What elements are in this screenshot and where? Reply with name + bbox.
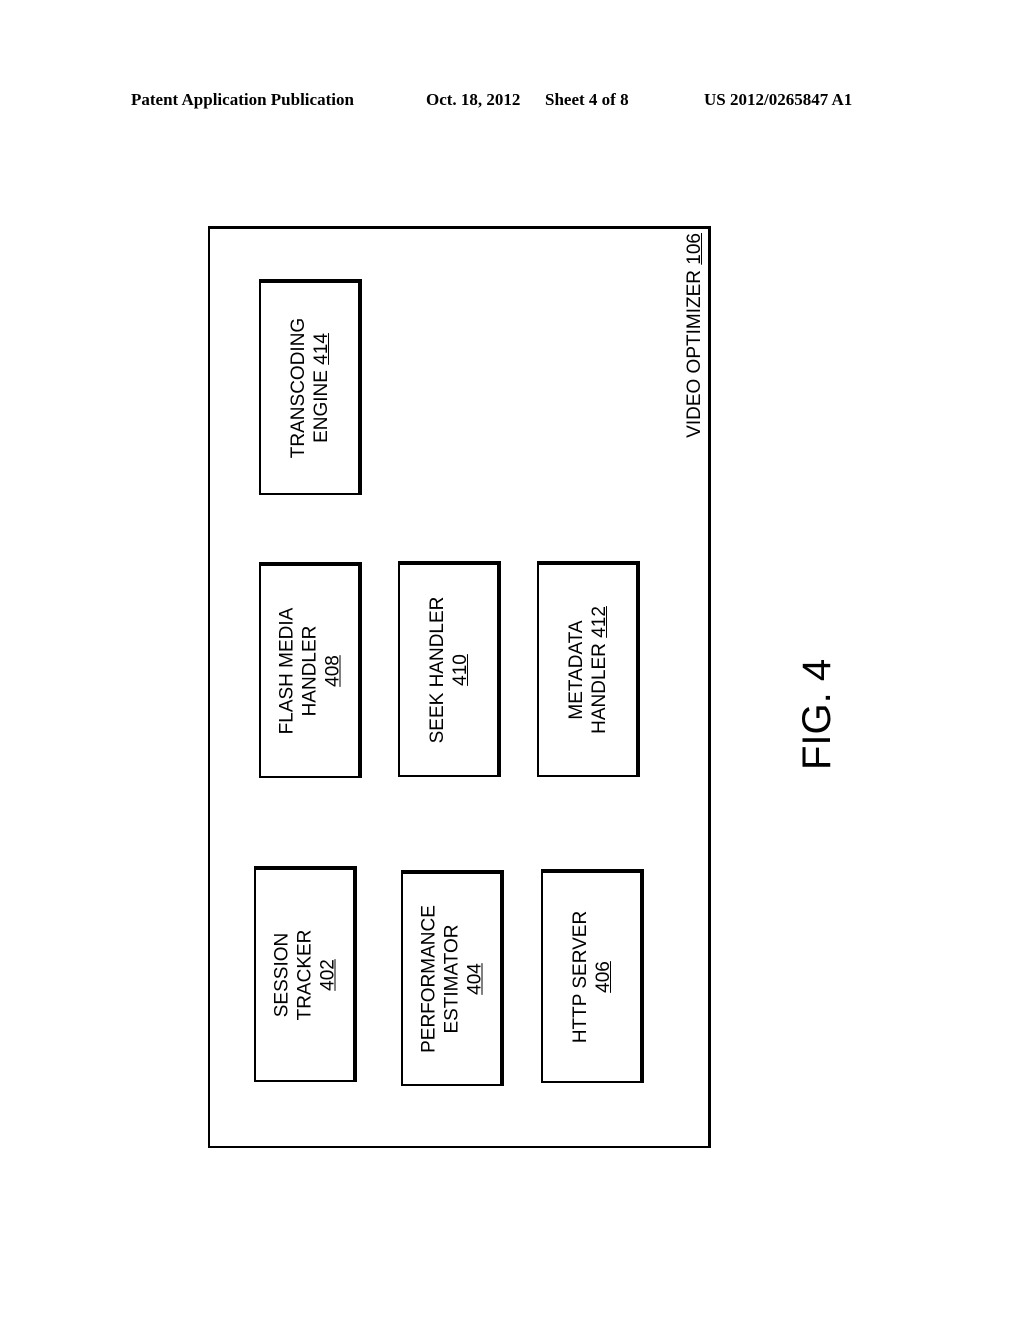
transcoding-engine-ref: 414 — [310, 333, 332, 365]
flash-media-handler-box: FLASH MEDIA HANDLER 408 — [259, 562, 362, 778]
seek-handler-line1: SEEK HANDLER — [426, 596, 448, 744]
performance-estimator-ref: 404 — [464, 963, 485, 995]
http-server-ref: 406 — [592, 961, 614, 993]
seek-handler-ref: 410 — [449, 654, 471, 686]
session-tracker-line2: TRACKER — [294, 929, 315, 1021]
video-optimizer-label: VIDEO OPTIMIZER 106 — [684, 233, 706, 438]
session-tracker-ref: 402 — [317, 959, 338, 991]
metadata-handler-ref: 412 — [588, 606, 610, 638]
figure-label: FIG. 4 — [795, 658, 839, 770]
sheet-number: Sheet 4 of 8 — [545, 90, 629, 109]
seek-handler-box: SEEK HANDLER 410 — [398, 561, 501, 777]
metadata-handler-line2: HANDLER — [588, 643, 610, 734]
transcoding-engine-line1: TRANSCODING — [287, 317, 309, 459]
flash-media-handler-ref: 408 — [322, 655, 343, 687]
session-tracker-box: SESSION TRACKER 402 — [254, 866, 357, 1082]
transcoding-engine-box: TRANSCODING ENGINE 414 — [259, 279, 362, 495]
patent-number: US 2012/0265847 A1 — [704, 90, 853, 109]
publication-date: Oct. 18, 2012 — [426, 90, 521, 109]
video-optimizer-ref: 106 — [684, 233, 705, 265]
http-server-box: HTTP SERVER 406 — [541, 869, 644, 1083]
transcoding-engine-line2: ENGINE — [310, 370, 332, 443]
flash-media-handler-line1: FLASH MEDIA — [276, 607, 297, 735]
performance-estimator-line1: PERFORMANCE — [418, 905, 439, 1053]
publication-title: Patent Application Publication — [131, 90, 354, 109]
performance-estimator-line2: ESTIMATOR — [441, 924, 462, 1034]
metadata-handler-line1: METADATA — [565, 620, 587, 720]
video-optimizer-name: VIDEO OPTIMIZER — [684, 269, 705, 438]
http-server-line1: HTTP SERVER — [569, 910, 591, 1044]
performance-estimator-box: PERFORMANCE ESTIMATOR 404 — [401, 870, 504, 1086]
session-tracker-line1: SESSION — [271, 932, 292, 1018]
metadata-handler-box: METADATA HANDLER 412 — [537, 561, 640, 777]
flash-media-handler-line2: HANDLER — [299, 625, 320, 717]
